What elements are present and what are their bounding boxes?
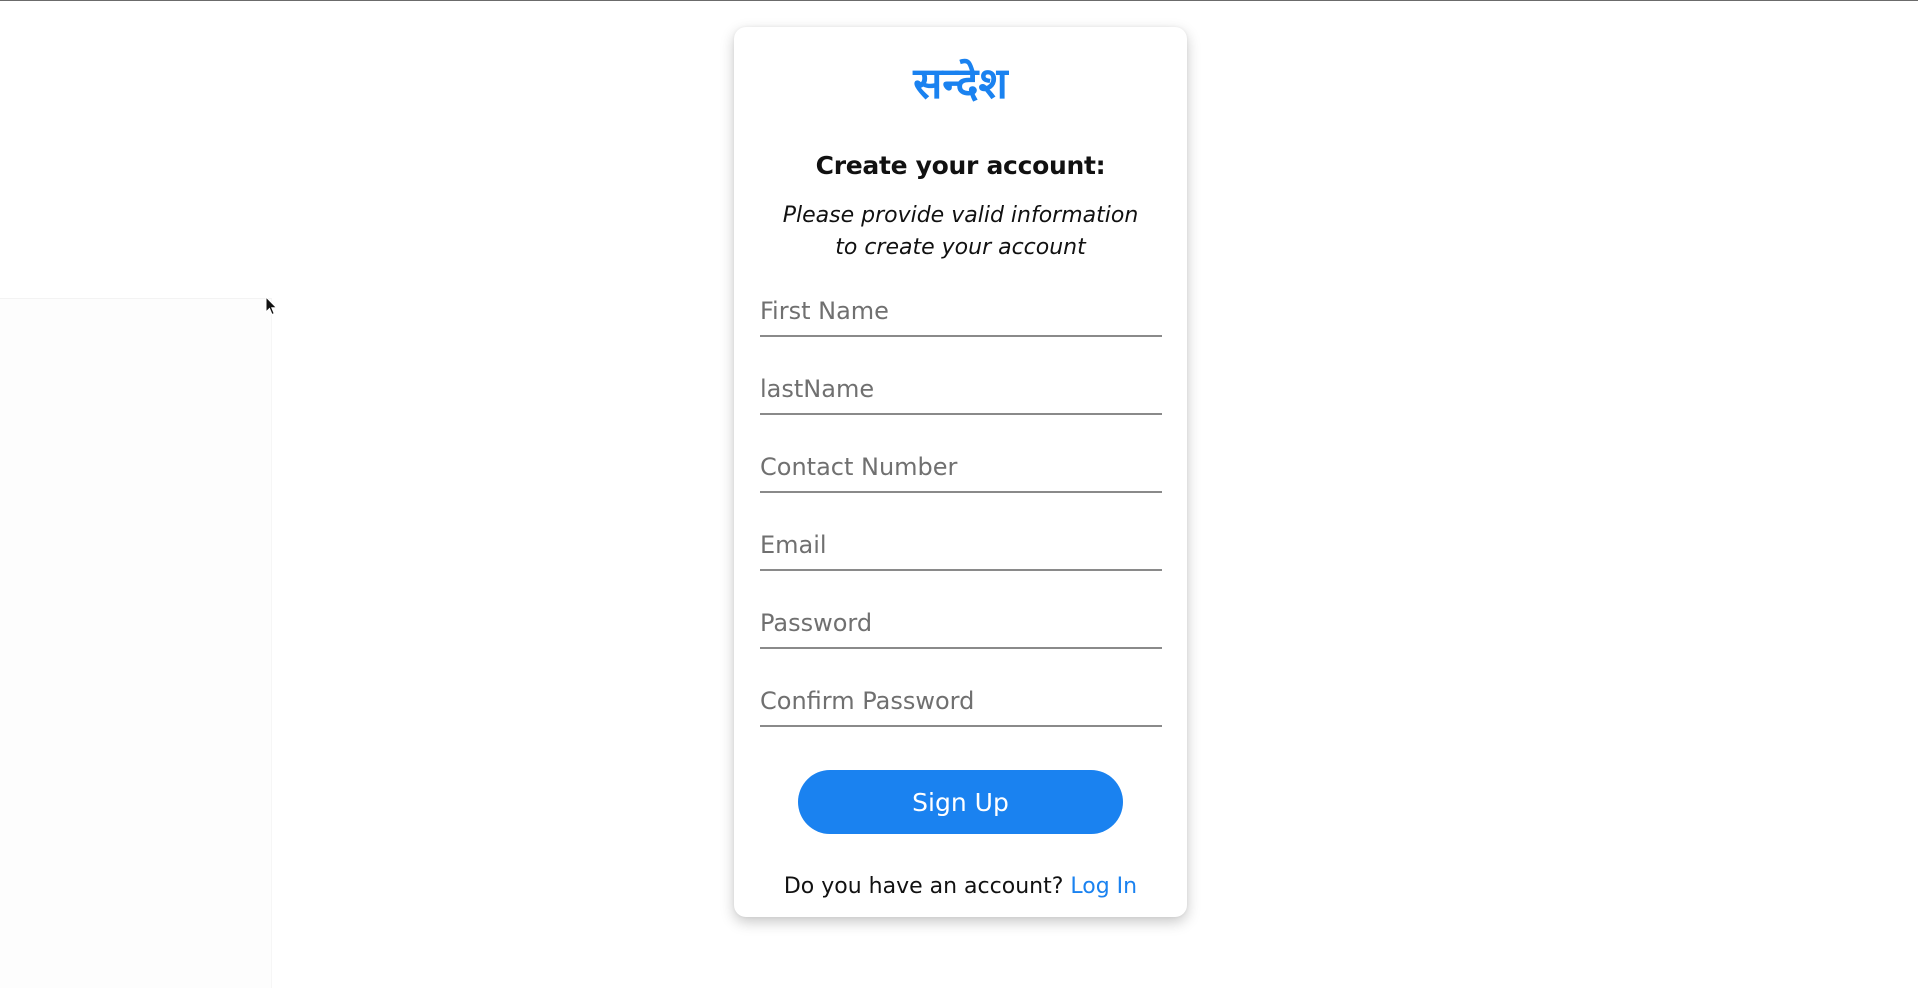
login-prompt-row: Do you have an account? Log In	[734, 874, 1187, 899]
mouse-pointer-icon	[265, 296, 278, 316]
email-field	[760, 519, 1162, 571]
password-input[interactable]	[760, 603, 1160, 643]
subtitle-line-2: to create your account	[835, 235, 1086, 260]
login-prompt-text: Do you have an account?	[783, 874, 1064, 899]
signup-card: सन्देश Create your account: Please provi…	[734, 27, 1187, 917]
login-link[interactable]: Log In	[1070, 874, 1137, 899]
last-name-input[interactable]	[760, 369, 1160, 409]
contact-number-field	[760, 441, 1162, 493]
email-input[interactable]	[760, 525, 1160, 565]
confirm-password-input[interactable]	[760, 681, 1160, 721]
password-field	[760, 597, 1162, 649]
browser-top-border	[0, 0, 1918, 1]
form-subtitle: Please provide valid information to crea…	[764, 200, 1157, 264]
confirm-password-field	[760, 675, 1162, 727]
background-panel	[0, 298, 272, 988]
sign-up-button[interactable]: Sign Up	[798, 770, 1123, 834]
first-name-field	[760, 285, 1162, 337]
subtitle-line-1: Please provide valid information	[782, 203, 1139, 228]
page-title: Create your account:	[815, 151, 1106, 180]
first-name-input[interactable]	[760, 291, 1160, 331]
last-name-field	[760, 363, 1162, 415]
app-logo: सन्देश	[913, 59, 1008, 109]
contact-number-input[interactable]	[760, 447, 1160, 487]
